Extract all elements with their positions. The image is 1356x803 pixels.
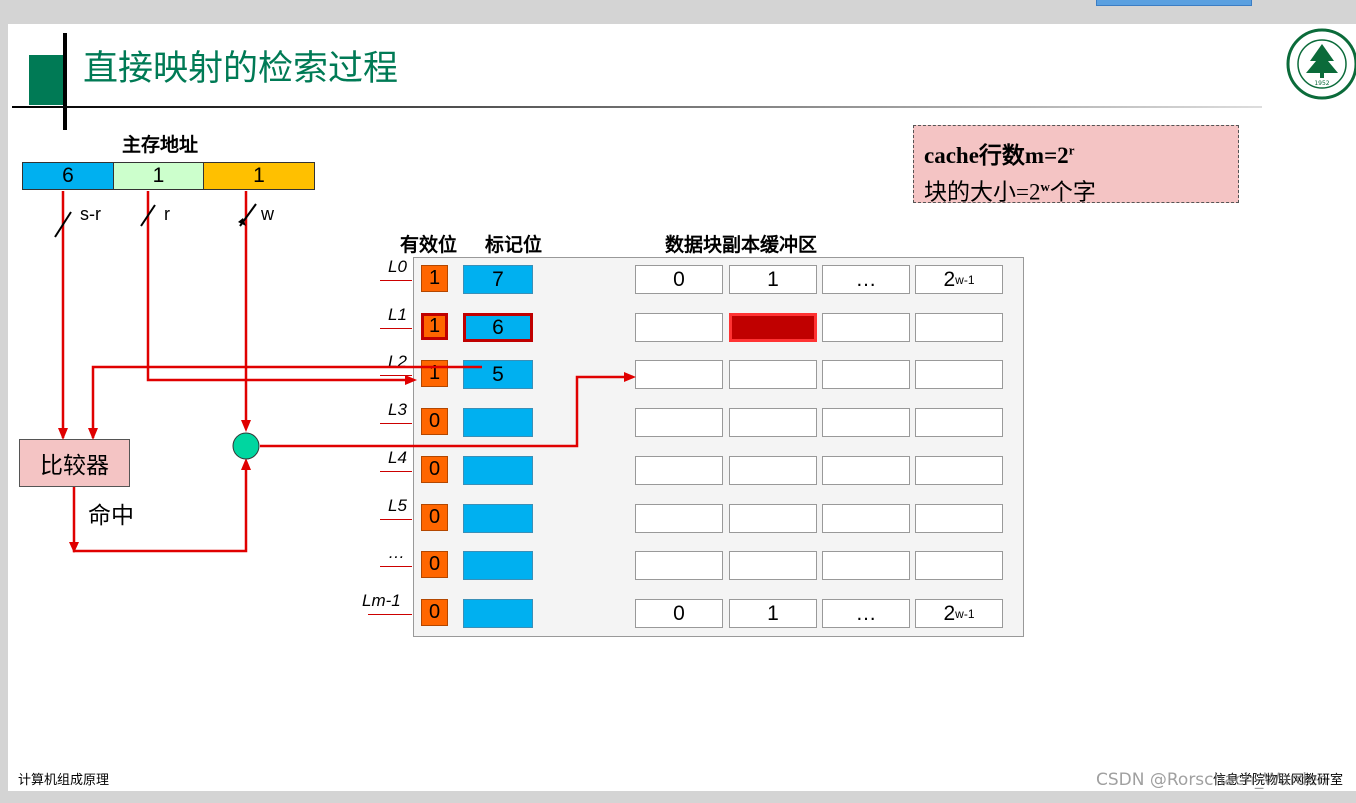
selector-circle — [232, 432, 260, 460]
arrow-head — [241, 458, 251, 470]
footer-course: 计算机组成原理 — [18, 773, 110, 788]
arrow-head — [405, 375, 417, 385]
arrow-head — [58, 428, 68, 440]
arrow-head — [88, 428, 98, 440]
wire-diagram — [54, 191, 636, 553]
arrow-head — [624, 372, 636, 382]
arrow-head — [241, 420, 251, 432]
watermark: CSDN @Rorschach_Warden — [1096, 770, 1329, 790]
